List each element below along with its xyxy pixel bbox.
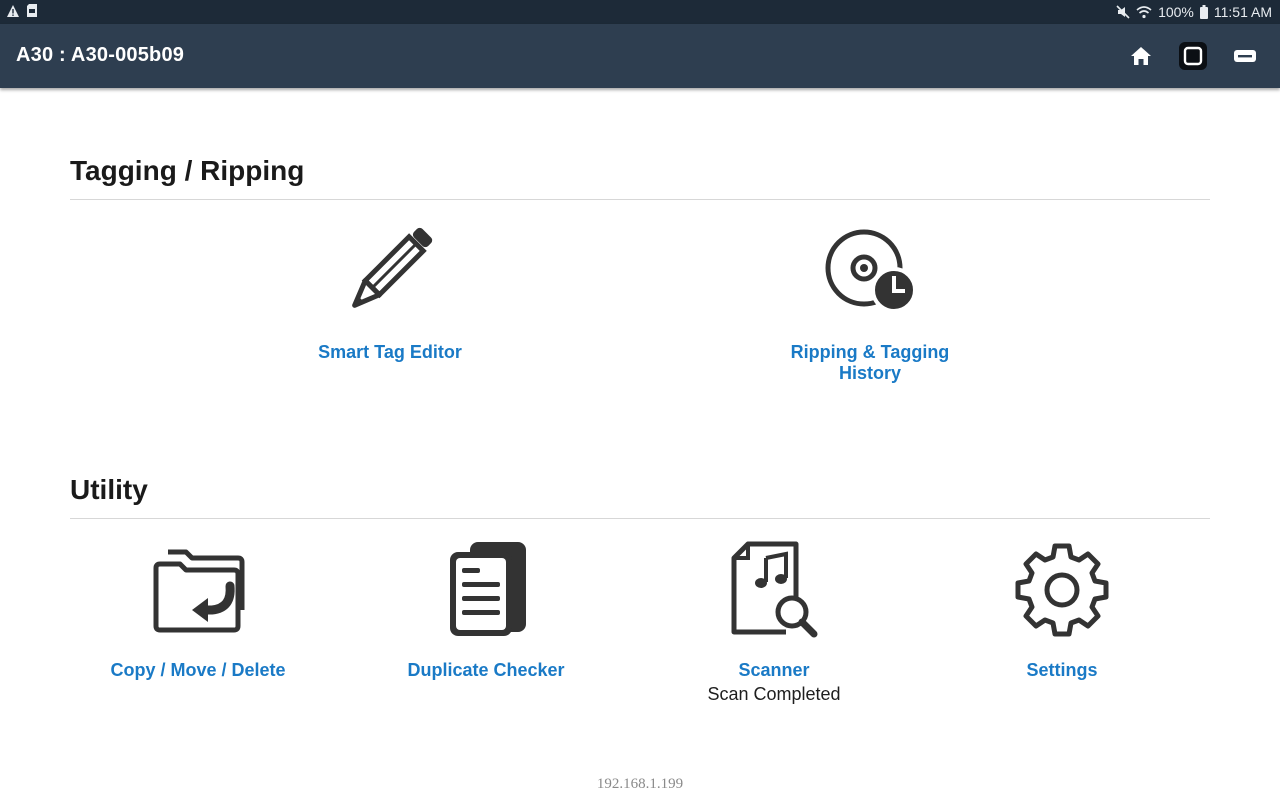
duplicate-document-icon xyxy=(450,542,526,636)
settings-tile[interactable]: Settings xyxy=(962,538,1162,681)
section-divider xyxy=(70,199,1210,200)
system-status-indicators: 100% 11:51 AM xyxy=(1116,4,1272,20)
system-status-bar: 100% 11:51 AM xyxy=(0,0,1280,24)
scanner-label: Scanner xyxy=(738,660,810,680)
device-title: A30 : A30-005b09 xyxy=(16,44,185,66)
ripping-tagging-history-tile[interactable]: Ripping & Tagging History xyxy=(770,220,970,384)
scanner-status: Scan Completed xyxy=(707,684,841,704)
folder-move-icon xyxy=(153,549,245,633)
duplicate-checker-label: Duplicate Checker xyxy=(407,660,565,680)
mute-icon xyxy=(1116,5,1130,19)
duplicate-checker-tile[interactable]: Duplicate Checker xyxy=(386,538,586,681)
disc-history-icon xyxy=(825,229,917,313)
warning-icon xyxy=(7,4,19,17)
copy-move-delete-tile[interactable]: Copy / Move / Delete xyxy=(98,538,298,681)
battery-percentage: 100% xyxy=(1158,4,1194,20)
remote-button[interactable] xyxy=(1230,42,1260,70)
smart-tag-editor-tile[interactable]: Smart Tag Editor xyxy=(290,220,490,363)
section-title-tagging-ripping: Tagging / Ripping xyxy=(70,155,305,186)
gear-icon xyxy=(1015,543,1109,637)
app-toolbar: A30 : A30-005b09 xyxy=(0,24,1280,88)
battery-icon xyxy=(1199,5,1208,19)
ip-address: 192.168.1.199 xyxy=(596,776,684,792)
wifi-icon xyxy=(1136,5,1152,18)
clock: 11:51 AM xyxy=(1213,4,1272,20)
copy-move-delete-label: Copy / Move / Delete xyxy=(110,660,286,680)
ripping-tagging-history-label-line1: Ripping & Tagging xyxy=(790,342,950,362)
toolbar-actions xyxy=(1126,42,1260,70)
stop-icon xyxy=(1179,42,1207,70)
music-file-search-icon xyxy=(731,541,818,638)
home-button[interactable] xyxy=(1126,42,1156,70)
settings-label: Settings xyxy=(1026,660,1098,680)
scanner-tile[interactable]: Scanner Scan Completed xyxy=(674,538,874,705)
remote-icon xyxy=(1234,50,1256,62)
notification-icons xyxy=(6,3,38,18)
smart-tag-editor-label: Smart Tag Editor xyxy=(318,342,462,362)
stop-button[interactable] xyxy=(1178,42,1208,70)
section-title-utility: Utility xyxy=(70,474,148,505)
pencil-icon xyxy=(352,227,433,308)
ripping-tagging-history-label-line2: History xyxy=(838,363,901,383)
sd-card-icon xyxy=(27,4,37,17)
home-icon xyxy=(1131,47,1151,65)
section-divider xyxy=(70,518,1210,519)
